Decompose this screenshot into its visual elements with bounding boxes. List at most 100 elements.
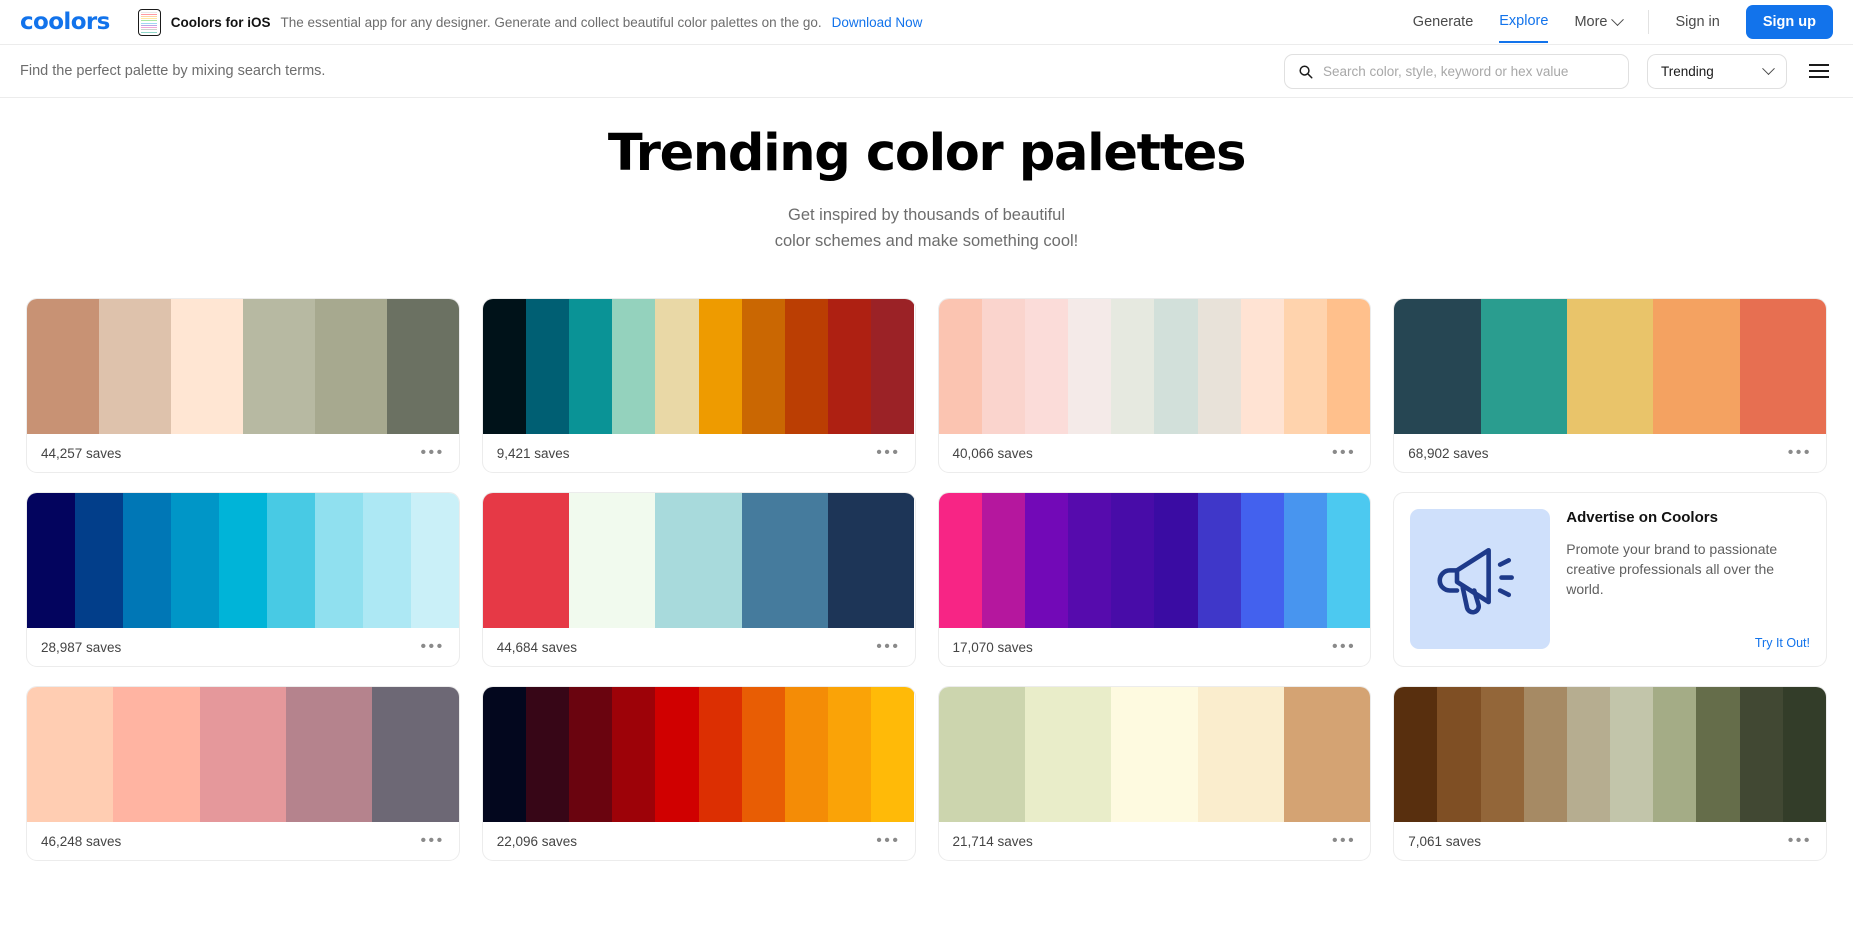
palette-swatch[interactable] [1198, 493, 1241, 628]
palette-swatch[interactable] [1740, 687, 1783, 822]
palette-swatch[interactable] [828, 687, 871, 822]
palette-swatch[interactable] [99, 299, 171, 434]
palette-swatch[interactable] [171, 299, 243, 434]
sort-select[interactable]: Trending [1647, 54, 1787, 89]
search-input[interactable] [1323, 64, 1615, 79]
palette-swatch[interactable] [699, 687, 742, 822]
download-now-link[interactable]: Download Now [832, 15, 923, 30]
palette-swatch[interactable] [1198, 687, 1284, 822]
palette-swatch[interactable] [742, 687, 785, 822]
palette-swatch[interactable] [699, 299, 742, 434]
palette-swatch[interactable] [286, 687, 372, 822]
palette-swatch[interactable] [363, 493, 411, 628]
palette-swatch[interactable] [655, 493, 741, 628]
palette-swatch[interactable] [1394, 687, 1437, 822]
palette-swatch[interactable] [526, 687, 569, 822]
hamburger-menu-icon[interactable] [1805, 60, 1833, 82]
palette-card[interactable]: 22,096 saves••• [482, 686, 916, 861]
palette-swatch[interactable] [372, 687, 458, 822]
palette-swatch[interactable] [612, 299, 655, 434]
palette-swatch[interactable] [1241, 299, 1284, 434]
palette-swatch[interactable] [219, 493, 267, 628]
palette-swatch[interactable] [171, 493, 219, 628]
palette-card[interactable]: 17,070 saves••• [938, 492, 1372, 667]
palette-swatch[interactable] [982, 493, 1025, 628]
palette-swatch[interactable] [483, 299, 526, 434]
palette-card[interactable]: 21,714 saves••• [938, 686, 1372, 861]
palette-swatch[interactable] [1068, 493, 1111, 628]
palette-swatch[interactable] [123, 493, 171, 628]
palette-swatch[interactable] [1567, 299, 1653, 434]
palette-swatch[interactable] [742, 493, 828, 628]
palette-more-options-icon[interactable]: ••• [1788, 832, 1812, 850]
palette-swatch[interactable] [1284, 687, 1370, 822]
palette-swatch[interactable] [1481, 299, 1567, 434]
palette-swatch[interactable] [1653, 687, 1696, 822]
palette-card[interactable]: 7,061 saves••• [1393, 686, 1827, 861]
palette-swatch[interactable] [1284, 493, 1327, 628]
palette-swatch[interactable] [1154, 299, 1197, 434]
palette-card[interactable]: 44,684 saves••• [482, 492, 916, 667]
palette-card[interactable]: 46,248 saves••• [26, 686, 460, 861]
palette-swatch[interactable] [315, 493, 363, 628]
palette-card[interactable]: 68,902 saves••• [1393, 298, 1827, 473]
palette-swatch[interactable] [1111, 299, 1154, 434]
palette-swatch[interactable] [483, 493, 569, 628]
palette-swatch[interactable] [1394, 299, 1480, 434]
palette-swatch[interactable] [871, 299, 914, 434]
palette-swatch[interactable] [1437, 687, 1480, 822]
palette-swatch[interactable] [1025, 687, 1111, 822]
nav-item-explore[interactable]: Explore [1499, 1, 1548, 43]
palette-swatch[interactable] [411, 493, 459, 628]
palette-swatch[interactable] [871, 687, 914, 822]
palette-card[interactable]: 40,066 saves••• [938, 298, 1372, 473]
palette-swatch[interactable] [1198, 299, 1241, 434]
palette-more-options-icon[interactable]: ••• [876, 832, 900, 850]
palette-swatch[interactable] [75, 493, 123, 628]
palette-more-options-icon[interactable]: ••• [876, 638, 900, 656]
palette-swatch[interactable] [785, 687, 828, 822]
palette-swatch[interactable] [982, 299, 1025, 434]
palette-swatch[interactable] [569, 687, 612, 822]
advertisement-card[interactable]: Advertise on CoolorsPromote your brand t… [1393, 492, 1827, 667]
palette-swatch[interactable] [483, 687, 526, 822]
palette-swatch[interactable] [612, 687, 655, 822]
nav-item-generate[interactable]: Generate [1413, 2, 1473, 42]
palette-more-options-icon[interactable]: ••• [1332, 832, 1356, 850]
palette-swatch[interactable] [569, 493, 655, 628]
palette-swatch[interactable] [243, 299, 315, 434]
palette-card[interactable]: 28,987 saves••• [26, 492, 460, 667]
palette-card[interactable]: 9,421 saves••• [482, 298, 916, 473]
palette-swatch[interactable] [569, 299, 612, 434]
palette-swatch[interactable] [315, 299, 387, 434]
ad-cta-link[interactable]: Try It Out! [1566, 636, 1810, 650]
palette-swatch[interactable] [1284, 299, 1327, 434]
palette-swatch[interactable] [1111, 687, 1197, 822]
palette-card[interactable]: 44,257 saves••• [26, 298, 460, 473]
palette-swatch[interactable] [742, 299, 785, 434]
palette-swatch[interactable] [1068, 299, 1111, 434]
search-box[interactable] [1284, 54, 1629, 89]
palette-swatch[interactable] [267, 493, 315, 628]
palette-swatch[interactable] [655, 299, 698, 434]
palette-more-options-icon[interactable]: ••• [1332, 638, 1356, 656]
palette-more-options-icon[interactable]: ••• [420, 444, 444, 462]
palette-swatch[interactable] [200, 687, 286, 822]
palette-swatch[interactable] [1327, 493, 1370, 628]
palette-swatch[interactable] [828, 493, 914, 628]
palette-swatch[interactable] [939, 493, 982, 628]
palette-more-options-icon[interactable]: ••• [1332, 444, 1356, 462]
palette-swatch[interactable] [387, 299, 459, 434]
nav-item-more[interactable]: More [1574, 14, 1622, 30]
palette-swatch[interactable] [1696, 687, 1739, 822]
palette-swatch[interactable] [1241, 493, 1284, 628]
palette-swatch[interactable] [828, 299, 871, 434]
palette-swatch[interactable] [1783, 687, 1826, 822]
palette-swatch[interactable] [655, 687, 698, 822]
palette-swatch[interactable] [526, 299, 569, 434]
palette-more-options-icon[interactable]: ••• [876, 444, 900, 462]
palette-swatch[interactable] [939, 687, 1025, 822]
palette-swatch[interactable] [1025, 299, 1068, 434]
palette-swatch[interactable] [1154, 493, 1197, 628]
palette-swatch[interactable] [1653, 299, 1739, 434]
